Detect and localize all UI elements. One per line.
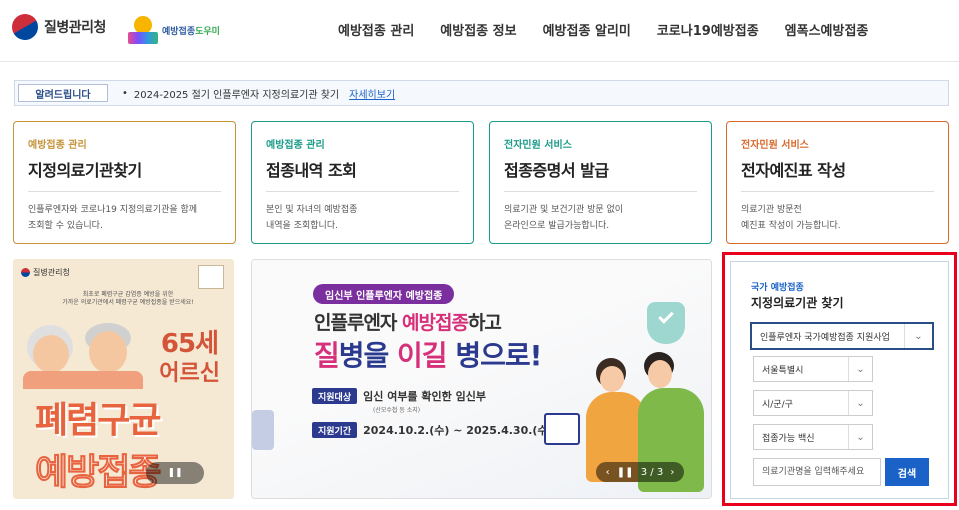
search-title: 지정의료기관 찾기 [751, 296, 844, 310]
district-select-value: 시/군/구 [762, 399, 793, 410]
chevron-down-icon: ⌄ [848, 391, 872, 415]
notice-bullet: • [122, 87, 128, 99]
helper-mark-icon [128, 16, 158, 44]
program-select-value: 인플루엔자 국가예방접종 지원사업 [760, 332, 890, 343]
card-category: 전자민원 서비스 [741, 140, 809, 151]
card-title: 접종증명서 발급 [504, 161, 609, 180]
left-banner-pause-button[interactable]: ❚❚ [146, 462, 204, 484]
shield-check-icon [647, 302, 685, 344]
target-value: 임신 여부를 확인한 임신부 [363, 390, 486, 403]
taegeuk-icon [21, 268, 30, 277]
notice-more-link[interactable]: 자세히보기 [349, 86, 395, 101]
kdca-logo[interactable]: 질병관리청 [7, 9, 106, 45]
card-designated-clinic[interactable]: 예방접종 관리 지정의료기관찾기 인플루엔자와 코로나19 지정의료기관을 함께… [13, 121, 236, 244]
clinic-search-panel: 국가 예방접종 지정의료기관 찾기 인플루엔자 국가예방접종 지원사업 ⌄ 서울… [730, 261, 949, 499]
period-tag: 지원기간 [312, 422, 358, 438]
card-category: 예방접종 관리 [28, 140, 87, 151]
card-description: 의료기관 및 보건기관 방문 없이 온라인으로 발급가능합니다. [504, 205, 624, 231]
banner-main-title: 폐렴구균 [35, 400, 161, 441]
main-banner-controls: ‹ ❚❚ 3 / 3 › [596, 462, 684, 482]
card-description: 본인 및 자녀의 예방접종 내역을 조회합니다. [266, 205, 358, 231]
notice-text[interactable]: 2024-2025 절기 인플루엔자 지정의료기관 찾기 [134, 86, 339, 101]
period-value: 2024.10.2.(수) ~ 2025.4.30.(수) [363, 424, 553, 437]
card-divider [741, 191, 934, 192]
search-category: 국가 예방접종 [751, 283, 804, 293]
nav-covid19[interactable]: 코로나19예방접종 [657, 20, 759, 39]
period-row: 지원기간 2024.10.2.(수) ~ 2025.4.30.(수) [312, 422, 553, 438]
notice-bar: 알려드립니다 • 2024-2025 절기 인플루엔자 지정의료기관 찾기 자세… [14, 80, 949, 106]
card-divider [266, 191, 459, 192]
banner-elder: 어르신 [159, 361, 220, 386]
qr-code-icon [198, 265, 224, 289]
card-divider [504, 191, 697, 192]
pneumococcal-banner[interactable]: 질병관리청 최초로 폐렴구균 감염증 예방을 위한 가까운 의료기관에서 폐렴구균… [13, 259, 234, 499]
site-header: 질병관리청 예방접종도우미 예방접종 관리 예방접종 정보 예방접종 알리미 코… [0, 0, 959, 62]
card-category: 예방접종 관리 [266, 140, 325, 151]
kdca-logo-text: 질병관리청 [44, 20, 106, 36]
district-select[interactable]: 시/군/구 ⌄ [753, 390, 873, 416]
banner-subtitle: 최초로 폐렴구균 감염증 예방을 위한 가까운 의료기관에서 폐렴구균 예방접종을… [62, 291, 194, 306]
helper-logo-text: 예방접종도우미 [162, 26, 220, 37]
clinic-search-panel-highlight: 국가 예방접종 지정의료기관 찾기 인플루엔자 국가예방접종 지원사업 ⌄ 서울… [722, 252, 957, 506]
card-description: 인플루엔자와 코로나19 지정의료기관을 함께 조회할 수 있습니다. [28, 205, 198, 231]
chevron-down-icon: ⌄ [848, 357, 872, 381]
influenza-banner[interactable]: 임신부 인플루엔자 예방접종 인플루엔자 예방접종하고 질병을 이길 병으로! … [251, 259, 712, 499]
target-row: 지원대상 임신 여부를 확인한 임신부 [312, 388, 486, 404]
chevron-down-icon: ⌄ [904, 324, 932, 348]
card-vaccination-history[interactable]: 예방접종 관리 접종내역 조회 본인 및 자녀의 예방접종 내역을 조회합니다. [251, 121, 474, 244]
card-category: 전자민원 서비스 [504, 140, 572, 151]
banner-kdca-logo: 질병관리청 [21, 267, 70, 278]
clinic-name-input[interactable] [753, 458, 881, 486]
taegeuk-icon [7, 9, 43, 45]
banner-headline-1: 인플루엔자 예방접종하고 [314, 312, 502, 334]
elderly-couple-illustration [23, 319, 143, 389]
chevron-down-icon: ⌄ [848, 425, 872, 449]
card-description: 의료기관 방문전 예진표 작성이 가능합니다. [741, 205, 841, 231]
slide-counter: 3 / 3 [640, 466, 664, 478]
region-select[interactable]: 서울특별시 ⌄ [753, 356, 873, 382]
program-select[interactable]: 인플루엔자 국가예방접종 지원사업 ⌄ [750, 322, 934, 350]
notice-title: 알려드립니다 [18, 84, 108, 102]
search-button[interactable]: 검색 [885, 458, 929, 486]
main-nav: 예방접종 관리 예방접종 정보 예방접종 알리미 코로나19예방접종 엠폭스예방… [338, 20, 894, 39]
vaccination-helper-logo[interactable]: 예방접종도우미 [128, 16, 220, 44]
card-title: 지정의료기관찾기 [28, 161, 142, 180]
nav-vaccination-management[interactable]: 예방접종 관리 [338, 20, 414, 39]
card-vaccination-certificate[interactable]: 전자민원 서비스 접종증명서 발급 의료기관 및 보건기관 방문 없이 온라인으로… [489, 121, 712, 244]
pause-slide-button[interactable]: ❚❚ [617, 467, 634, 478]
vaccine-select-value: 접종가능 백신 [762, 433, 815, 444]
vaccine-icon [252, 410, 274, 450]
card-title: 접종내역 조회 [266, 161, 357, 180]
target-note: (산모수첩 등 소지) [373, 407, 421, 414]
banner-pill: 임신부 인플루엔자 예방접종 [313, 284, 455, 304]
card-divider [28, 191, 221, 192]
nav-mpox[interactable]: 엠폭스예방접종 [785, 20, 869, 39]
banner-main-subtitle: 예방접종 [34, 452, 161, 494]
next-slide-button[interactable]: › [670, 467, 674, 478]
banner-headline-2: 질병을 이길 병으로! [314, 339, 542, 372]
card-e-questionnaire[interactable]: 전자민원 서비스 전자예진표 작성 의료기관 방문전 예진표 작성이 가능합니다. [726, 121, 949, 244]
calendar-icon [544, 413, 580, 445]
card-title: 전자예진표 작성 [741, 161, 846, 180]
vaccine-select[interactable]: 접종가능 백신 ⌄ [753, 424, 873, 450]
prev-slide-button[interactable]: ‹ [606, 467, 610, 478]
target-tag: 지원대상 [312, 388, 358, 404]
nav-vaccination-alerts[interactable]: 예방접종 알리미 [543, 20, 631, 39]
nav-vaccination-info[interactable]: 예방접종 정보 [440, 20, 516, 39]
region-select-value: 서울특별시 [762, 365, 804, 376]
